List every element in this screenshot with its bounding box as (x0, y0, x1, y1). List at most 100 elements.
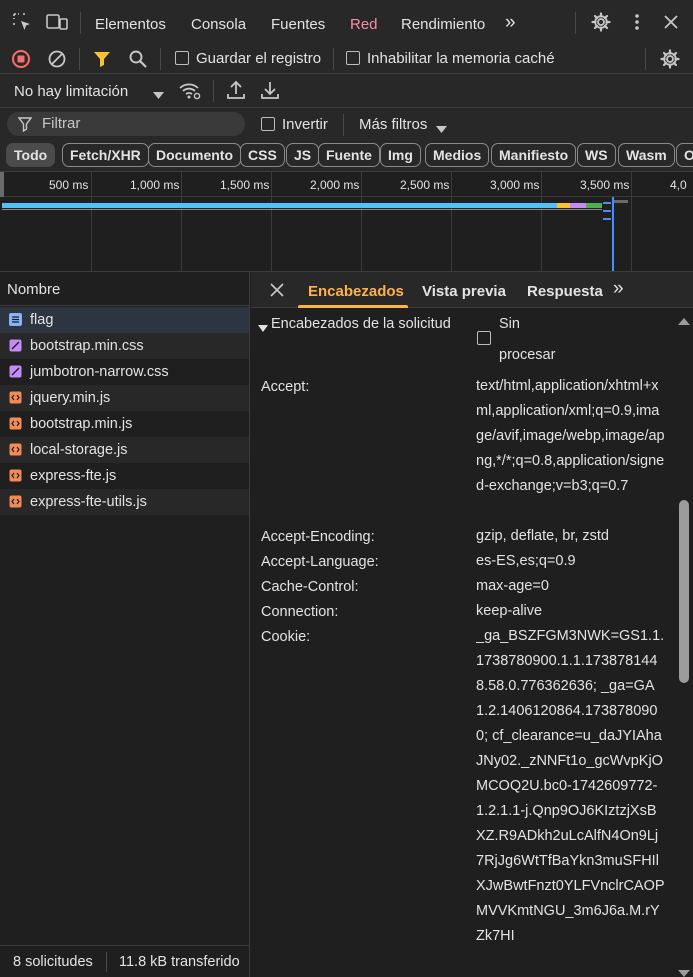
header-value: text/html,application/xhtml+xml,applicat… (476, 378, 665, 494)
disable-cache-checkbox[interactable] (346, 51, 360, 65)
request-row[interactable]: bootstrap.min.js (0, 411, 249, 437)
script-icon (9, 391, 22, 404)
tab-preview[interactable]: Vista previa (422, 283, 506, 300)
chevron-down-icon[interactable] (153, 87, 164, 103)
timeline-gridline (361, 172, 362, 271)
tab-sources[interactable]: Fuentes (271, 16, 325, 33)
details-scroll-thumb[interactable] (679, 500, 689, 683)
timeline-tick-label: 2,500 ms (400, 178, 450, 192)
filter-input[interactable]: Filtrar (7, 112, 245, 136)
timeline-overview[interactable]: 500 ms 1,000 ms 1,500 ms 2,000 ms 2,500 … (0, 172, 693, 272)
timeline-bar-script (557, 203, 570, 208)
network-settings-icon[interactable] (660, 49, 680, 72)
filter-chip-manifest[interactable]: Manifiesto (491, 143, 577, 167)
timeline-gridline (631, 172, 632, 271)
filter-chip-wasm[interactable]: Wasm (618, 143, 675, 167)
timeline-right-handle[interactable] (614, 200, 628, 203)
timeline-left-handle[interactable] (0, 172, 4, 197)
filter-chip-document[interactable]: Documento (148, 143, 241, 167)
script-icon (9, 443, 22, 456)
header-name: Cache-Control: (261, 579, 359, 595)
kebab-menu-icon[interactable] (627, 12, 647, 35)
tab-network[interactable]: Red (350, 16, 378, 33)
request-list-header[interactable]: Nombre (0, 272, 250, 306)
timeline-bar-shadow (2, 209, 602, 210)
toolbar-divider (160, 48, 161, 70)
timeline-tick-label: 3,500 ms (580, 178, 630, 192)
filter-chip-other[interactable]: O (676, 143, 693, 167)
script-icon (9, 469, 22, 482)
close-icon[interactable] (661, 12, 681, 35)
header-value: keep-alive (476, 603, 543, 619)
timeline-bar-other (586, 203, 602, 208)
more-tabs-button[interactable]: » (505, 12, 516, 34)
request-row[interactable]: flag (0, 307, 249, 333)
stop-recording-icon[interactable] (11, 49, 31, 72)
header-value: _ga_BSZFGM3NWK=GS1.1.1738780900.1.1.1738… (476, 628, 665, 944)
clear-icon[interactable] (47, 49, 67, 72)
dom-content-loaded-line (612, 197, 614, 271)
close-icon[interactable] (269, 282, 285, 301)
request-row[interactable]: express-fte-utils.js (0, 489, 249, 515)
throttling-select[interactable]: No hay limitación (14, 83, 128, 100)
more-filters-button[interactable]: Más filtros (359, 116, 427, 133)
import-har-icon[interactable] (226, 80, 246, 103)
search-icon[interactable] (128, 49, 148, 72)
transferred-size: 11.8 kB transferido (119, 954, 240, 970)
name-column-header[interactable]: Nombre (7, 281, 60, 298)
request-count: 8 solicitudes (13, 954, 93, 970)
request-details: Encabezados Vista previa Respuesta » Enc… (251, 272, 693, 977)
timeline-gridline (181, 172, 182, 271)
header-name: Accept-Encoding: (261, 529, 375, 545)
tab-performance[interactable]: Rendimiento (401, 16, 485, 33)
network-conditions-icon[interactable] (178, 80, 202, 105)
scroll-down-icon[interactable] (678, 965, 690, 977)
header-name: Accept-Language: (261, 554, 379, 570)
tab-response[interactable]: Respuesta (527, 283, 603, 300)
device-toolbar-icon[interactable] (46, 12, 68, 35)
preserve-log-checkbox[interactable] (175, 51, 189, 65)
header-name: Cookie: (261, 629, 311, 645)
scroll-up-icon[interactable] (678, 312, 690, 328)
toolbar-divider (333, 48, 334, 70)
filter-chip-fetch-xhr[interactable]: Fetch/XHR (62, 143, 149, 167)
filter-chip-font[interactable]: Fuente (318, 143, 380, 167)
toolbar-divider (575, 12, 576, 34)
timeline-tick-label: 1,500 ms (220, 178, 270, 192)
request-name: express-fte.js (30, 468, 117, 484)
filter-icon[interactable] (93, 49, 111, 72)
filter-chip-img[interactable]: Img (380, 143, 421, 167)
tab-elements[interactable]: Elementos (95, 16, 166, 33)
raw-headers-label: procesar (499, 347, 556, 363)
request-row[interactable]: jumbotron-narrow.css (0, 359, 249, 385)
filter-chip-css[interactable]: CSS (240, 143, 285, 167)
timeline-tick-label: 2,000 ms (310, 178, 360, 192)
tab-console[interactable]: Consola (191, 16, 246, 33)
raw-headers-checkbox[interactable] (477, 331, 491, 345)
filter-chip-all[interactable]: Todo (6, 143, 56, 167)
request-name: local-storage.js (30, 442, 128, 458)
request-row[interactable]: express-fte.js (0, 463, 249, 489)
tab-headers[interactable]: Encabezados (308, 283, 404, 300)
chevron-down-icon[interactable] (436, 121, 447, 137)
disable-cache-label: Inhabilitar la memoria caché (367, 50, 555, 67)
filter-chip-ws[interactable]: WS (577, 143, 616, 167)
timeline-gridline (541, 172, 542, 271)
more-tabs-button[interactable]: » (613, 278, 624, 300)
inspect-icon[interactable] (12, 12, 32, 35)
request-row[interactable]: bootstrap.min.css (0, 333, 249, 359)
request-row[interactable]: jquery.min.js (0, 385, 249, 411)
filter-chip-js[interactable]: JS (286, 143, 320, 167)
status-divider (106, 952, 107, 972)
toolbar-divider (79, 48, 80, 70)
gear-icon[interactable] (591, 12, 611, 35)
devtools-tabbar: Elementos Consola Fuentes Red Rendimient… (0, 0, 693, 48)
section-title[interactable]: Encabezados de la solicitud (271, 316, 451, 332)
request-name: express-fte-utils.js (30, 494, 147, 510)
export-har-icon[interactable] (260, 80, 280, 103)
header-value: max-age=0 (476, 578, 549, 594)
request-row[interactable]: local-storage.js (0, 437, 249, 463)
filter-chip-media[interactable]: Medios (425, 143, 490, 167)
invert-checkbox[interactable] (261, 117, 275, 131)
collapse-triangle-icon[interactable] (258, 320, 268, 336)
